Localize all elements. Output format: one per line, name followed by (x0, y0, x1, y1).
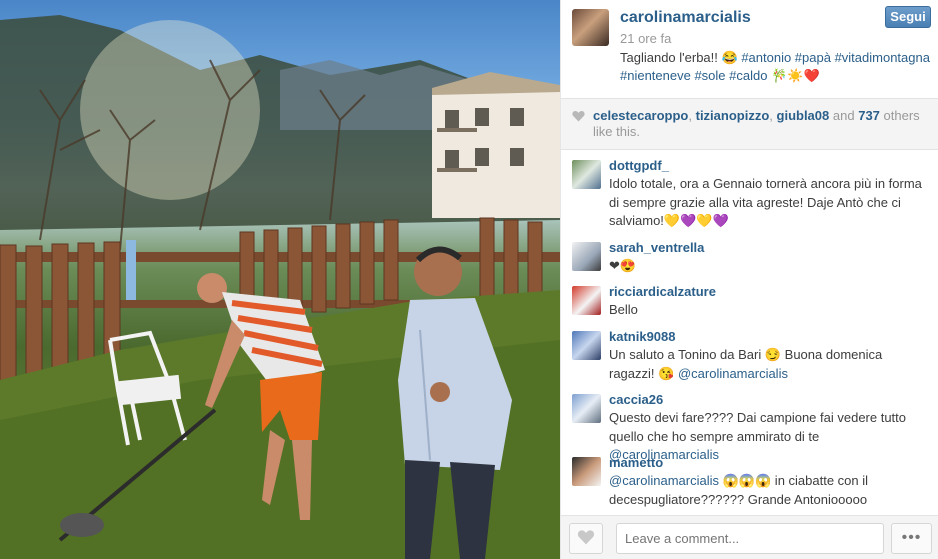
comments-list[interactable]: dottgpdf_ Idolo totale, ora a Gennaio to… (561, 152, 938, 512)
comment-text: ❤😍 (609, 258, 637, 273)
comment-text: Idolo totale, ora a Gennaio tornerà anco… (609, 176, 922, 228)
likes-count[interactable]: 737 (858, 108, 880, 123)
comment-item: caccia26 Questo devi fare???? Dai campio… (561, 391, 938, 462)
commenter-avatar[interactable] (572, 331, 601, 360)
commenter-avatar[interactable] (572, 242, 601, 271)
instagram-post-viewer: carolinamarcialis 21 ore fa Segui Taglia… (0, 0, 938, 559)
comment-username[interactable]: mametto (609, 455, 663, 470)
commenter-avatar[interactable] (572, 457, 601, 486)
liker-3[interactable]: giubla08 (777, 108, 830, 123)
comment-text: Bello (609, 302, 638, 317)
more-dots-icon[interactable]: ••• (891, 523, 932, 554)
liker-2[interactable]: tizianopizzo (696, 108, 770, 123)
post-details-panel: carolinamarcialis 21 ore fa Segui Taglia… (560, 0, 938, 559)
comment-username[interactable]: dottgpdf_ (609, 158, 669, 173)
likes-and: and (832, 108, 855, 123)
commenter-avatar[interactable] (572, 160, 601, 189)
likes-summary: celestecaroppo, tizianopizzo, giubla08 a… (561, 98, 938, 150)
comment-mention[interactable]: @carolinamarcialis (678, 366, 788, 381)
liker-1[interactable]: celestecaroppo (593, 108, 688, 123)
comment-body: Questo devi fare???? Dai campione fai ve… (609, 410, 907, 444)
commenter-avatar[interactable] (572, 286, 601, 315)
post-caption: Tagliando l'erba!! 😂 #antonio #papà #vit… (620, 49, 930, 85)
heart-icon (572, 110, 585, 126)
photo-scene (0, 15, 560, 559)
heart-icon (577, 529, 595, 548)
comment-username[interactable]: caccia26 (609, 392, 663, 407)
comment-bar: ••• (561, 515, 938, 559)
comment-input[interactable] (616, 523, 884, 554)
owner-avatar[interactable] (572, 9, 609, 46)
post-photo[interactable] (0, 0, 560, 559)
caption-emoji: 🎋☀️❤️ (771, 68, 820, 83)
post-time[interactable]: 21 ore fa (620, 31, 671, 46)
comment-item: sarah_ventrella ❤😍 (561, 239, 938, 279)
comment-username[interactable]: sarah_ventrella (609, 240, 704, 255)
comment-mention[interactable]: @carolinamarcialis (609, 473, 719, 488)
post-header: carolinamarcialis 21 ore fa Segui Taglia… (561, 0, 938, 96)
comment-text: @carolinamarcialis 😱😱😱 in ciabatte con i… (609, 472, 931, 509)
comment-username[interactable]: ricciardicalzature (609, 284, 716, 299)
commenter-avatar[interactable] (572, 394, 601, 423)
owner-username[interactable]: carolinamarcialis (620, 9, 751, 27)
comment-item: dottgpdf_ Idolo totale, ora a Gennaio to… (561, 158, 938, 240)
comment-item: katnik9088 Un saluto a Tonino da Bari 😏 … (561, 328, 938, 388)
comment-item: mametto @carolinamarcialis 😱😱😱 in ciabat… (561, 454, 938, 512)
comment-item: ricciardicalzature Bello (561, 283, 938, 323)
comment-text: Un saluto a Tonino da Bari 😏 Buona domen… (609, 346, 931, 383)
comment-username[interactable]: katnik9088 (609, 329, 676, 344)
like-button[interactable] (569, 523, 603, 554)
caption-text: Tagliando l'erba!! 😂 (620, 50, 738, 65)
follow-button[interactable]: Segui (885, 6, 931, 28)
